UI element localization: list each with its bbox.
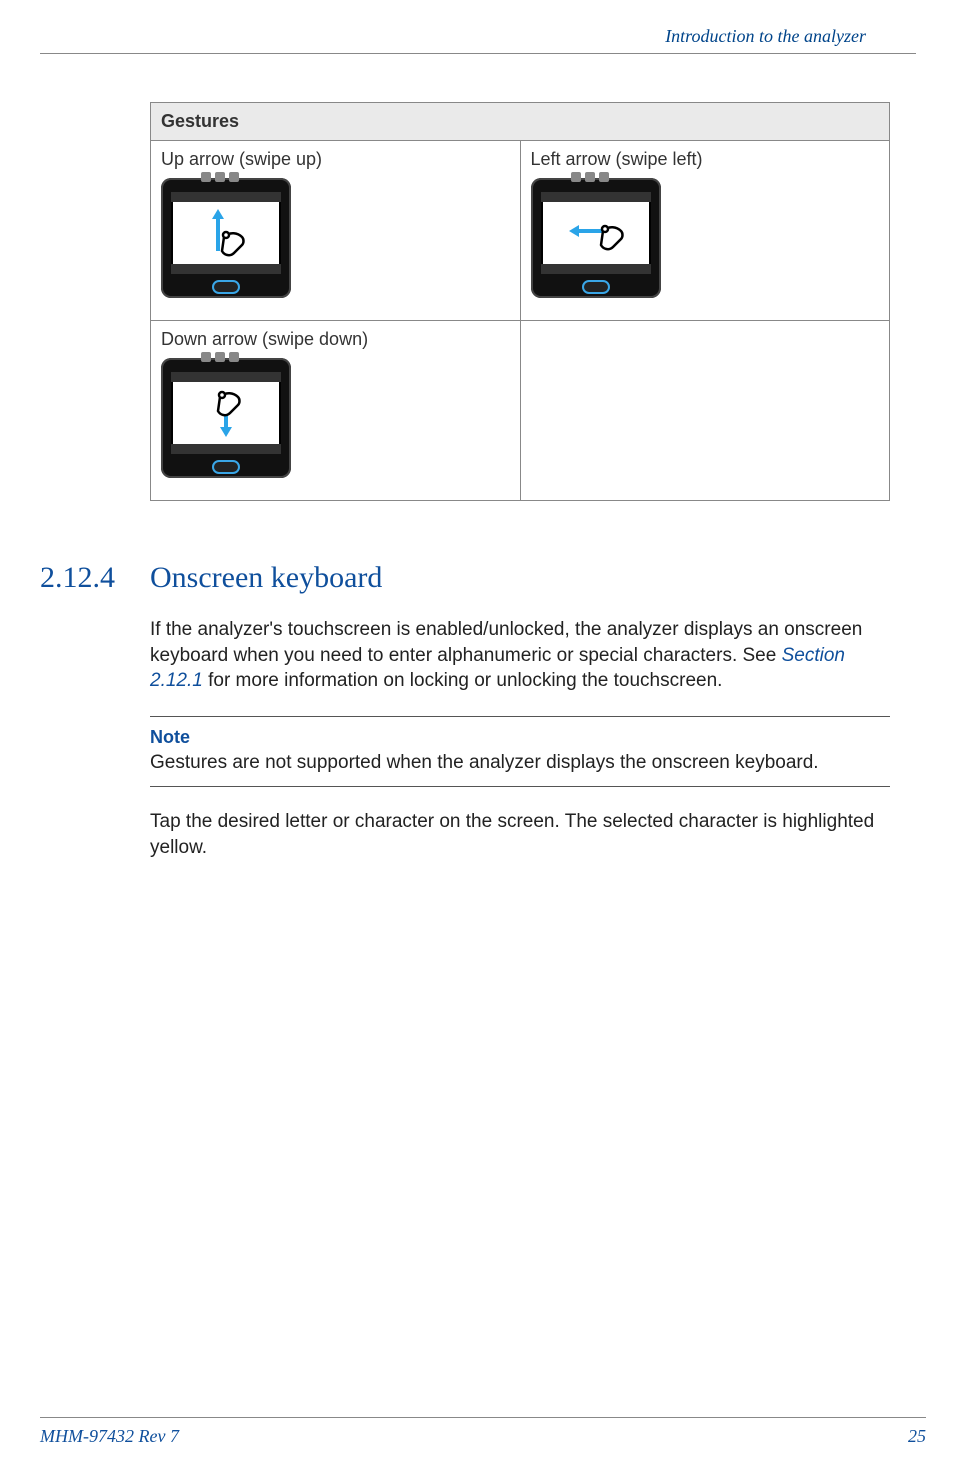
swipe-up-icon <box>196 203 256 263</box>
gesture-label-left: Left arrow (swipe left) <box>531 149 880 170</box>
gesture-image-down <box>161 358 510 478</box>
note-text: Gestures are not supported when the anal… <box>150 752 890 774</box>
gesture-cell-left: Left arrow (swipe left) <box>520 141 890 321</box>
gesture-image-up <box>161 178 510 298</box>
section-title: Onscreen keyboard <box>150 561 890 595</box>
footer-rule <box>40 1417 926 1418</box>
gestures-header: Gestures <box>151 103 890 141</box>
section-number: 2.12.4 <box>40 561 115 595</box>
gestures-table: Gestures Up arrow (swipe up) <box>150 102 890 501</box>
para-1: If the analyzer's touchscreen is enabled… <box>150 617 890 694</box>
footer-page-number: 25 <box>908 1426 926 1447</box>
swipe-down-icon <box>196 383 256 443</box>
gesture-label-up: Up arrow (swipe up) <box>161 149 510 170</box>
para-2: Tap the desired letter or character on t… <box>150 809 890 860</box>
para-1a: If the analyzer's touchscreen is enabled… <box>150 619 862 666</box>
gesture-cell-down: Down arrow (swipe down) <box>151 321 521 501</box>
running-header: Introduction to the analyzer <box>40 20 916 47</box>
gesture-cell-up: Up arrow (swipe up) <box>151 141 521 321</box>
gesture-image-left <box>531 178 880 298</box>
gesture-cell-empty <box>520 321 890 501</box>
gesture-label-down: Down arrow (swipe down) <box>161 329 510 350</box>
footer-doc-id: MHM-97432 Rev 7 <box>40 1426 179 1447</box>
header-rule <box>40 53 916 54</box>
note-block: Note Gestures are not supported when the… <box>150 716 890 787</box>
note-label: Note <box>150 727 890 748</box>
swipe-left-icon <box>561 203 631 263</box>
para-1b: for more information on locking or unloc… <box>203 670 723 691</box>
